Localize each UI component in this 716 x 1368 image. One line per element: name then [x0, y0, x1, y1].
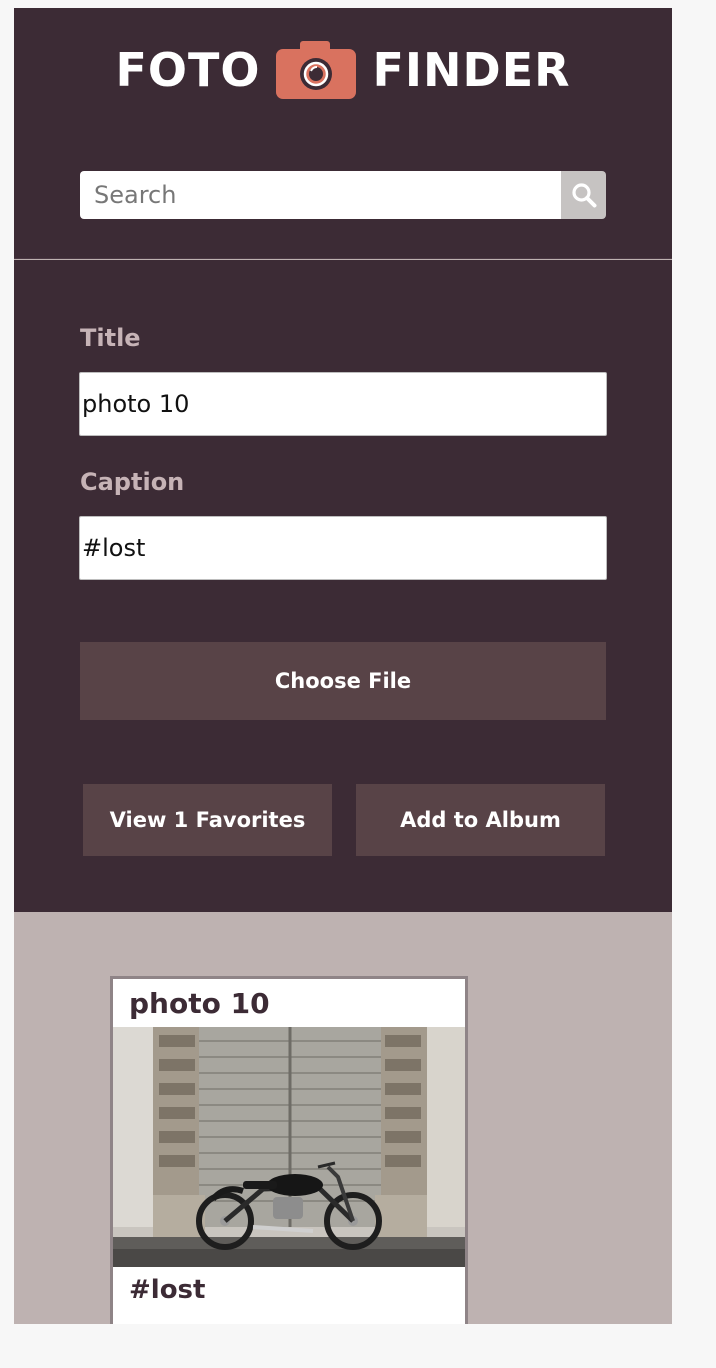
caption-label: Caption [80, 468, 185, 496]
search-icon [571, 183, 596, 208]
card-caption: #lost [129, 1275, 206, 1305]
logo-text-foto: FOTO [115, 43, 261, 97]
search-input[interactable] [80, 171, 561, 219]
choose-file-button[interactable]: Choose File [80, 642, 606, 720]
title-input[interactable] [79, 372, 607, 436]
logo: FOTO FINDER [14, 40, 672, 100]
camera-icon [276, 41, 357, 99]
photo-form: Title Caption Choose File View 1 Favorit… [14, 260, 672, 912]
card-photo[interactable] [113, 1027, 465, 1267]
photo-card[interactable]: photo 10 #lost [110, 976, 468, 1324]
app-container: FOTO FINDER Title Caption [14, 8, 672, 1324]
title-label: Title [80, 324, 141, 352]
header: FOTO FINDER [14, 8, 672, 259]
add-to-album-button[interactable]: Add to Album [356, 784, 605, 856]
search-button[interactable] [561, 171, 606, 219]
search-bar [80, 171, 606, 219]
caption-input[interactable] [79, 516, 607, 580]
logo-text-finder: FINDER [372, 43, 571, 97]
card-title: photo 10 [129, 987, 270, 1020]
view-favorites-button[interactable]: View 1 Favorites [83, 784, 332, 856]
